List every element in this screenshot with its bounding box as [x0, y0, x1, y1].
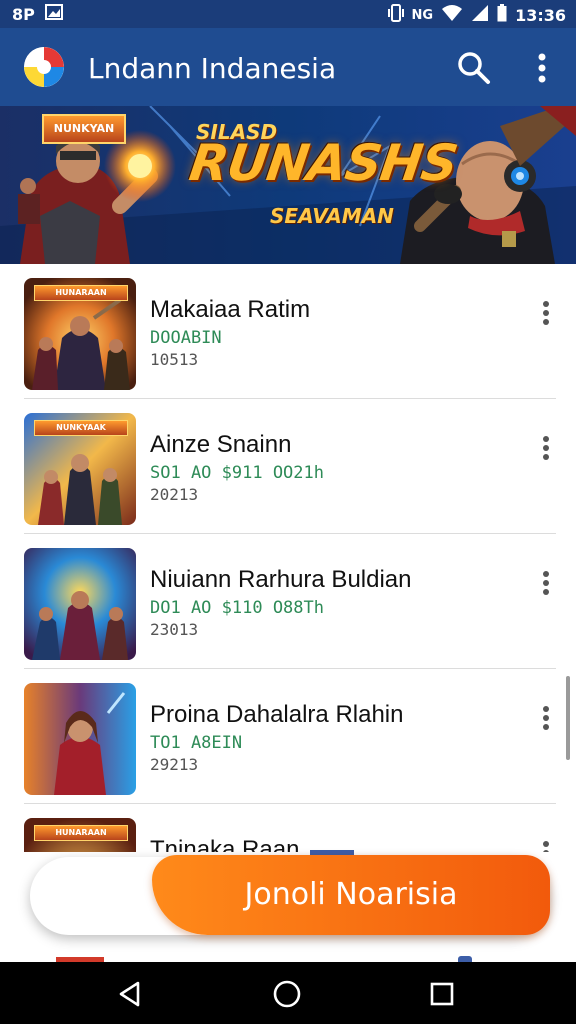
recents-button[interactable] [426, 978, 458, 1010]
item-meta: 23013 [150, 620, 199, 639]
battery-icon [497, 4, 507, 26]
more-vert-icon [543, 706, 549, 730]
recents-icon [430, 982, 454, 1006]
item-more-button[interactable] [536, 568, 556, 598]
vibrate-icon [387, 4, 404, 26]
search-icon [458, 52, 490, 84]
item-title: Makaiaa Ratim [150, 296, 311, 323]
item-title: Proina Dahalalra Rlahin [150, 701, 404, 728]
game-list[interactable]: HUNARAAN Makaiaa Ratim DOOABIN 10513 NUN… [0, 264, 576, 854]
list-item[interactable]: Niuiann Rarhura Buldian DO1 AO $110 O88T… [0, 534, 576, 669]
game-thumbnail[interactable] [24, 683, 136, 795]
thumbnail-label: HUNARAAN [34, 825, 128, 841]
more-vert-icon [543, 301, 549, 325]
list-item[interactable]: NUNKYAAK Ainze Snainn SO1 AO $911 OO21h … [0, 399, 576, 534]
game-thumbnail[interactable] [24, 548, 136, 660]
item-title: Ainze Snainn [150, 431, 292, 458]
status-left-text: 8P [12, 4, 35, 24]
status-bar: 8P NG 13:36 [0, 0, 576, 28]
back-icon [119, 981, 140, 1007]
search-button[interactable] [456, 50, 492, 86]
signal-text: NG [411, 7, 434, 23]
item-title: Niuiann Rarhura Buldian [150, 566, 412, 593]
item-meta: 10513 [150, 350, 199, 369]
home-icon [273, 980, 301, 1008]
banner-title: RUNASHS [185, 134, 461, 192]
game-thumbnail[interactable]: NUNKYAAK [24, 413, 136, 525]
overflow-menu-button[interactable] [528, 50, 556, 86]
list-item[interactable]: Proina Dahalalra Rlahin TO1 A8EIN 29213 [0, 669, 576, 804]
list-item[interactable]: HUNARAAN Tninaka Raan [0, 804, 576, 854]
item-meta: 20213 [150, 485, 199, 504]
item-subtitle: SO1 AO $911 OO21h [150, 463, 324, 483]
clock: 13:36 [515, 5, 566, 25]
home-button[interactable] [271, 978, 303, 1010]
banner-badge: NUNKYAN [42, 114, 126, 144]
wifi-icon [441, 4, 463, 26]
scrollbar[interactable] [566, 676, 570, 760]
more-vert-icon [543, 571, 549, 595]
thumbnail-label: NUNKYAAK [34, 420, 128, 436]
more-vert-icon [543, 436, 549, 460]
system-nav-bar [0, 962, 576, 1024]
item-subtitle: TO1 A8EIN [150, 733, 243, 753]
app-logo-icon[interactable] [24, 47, 64, 87]
item-more-button[interactable] [536, 298, 556, 328]
signal-icon [471, 4, 489, 26]
back-button[interactable] [114, 978, 146, 1010]
item-more-button[interactable] [536, 433, 556, 463]
item-subtitle: DOOABIN [150, 328, 222, 348]
thumbnail-label: HUNARAAN [34, 285, 128, 301]
more-vert-icon [538, 53, 546, 83]
item-subtitle: DO1 AO $110 O88Th [150, 598, 324, 618]
promo-banner[interactable]: NUNKYAN SILASD RUNASHS SEAVAMAN [0, 106, 576, 264]
banner-subtitle: SEAVAMAN [270, 204, 394, 228]
item-more-button[interactable] [536, 703, 556, 733]
game-thumbnail[interactable]: HUNARAAN [24, 818, 136, 854]
join-button-label: Jonoli Noarisia [244, 877, 458, 912]
app-title: Lndann Indanesia [88, 52, 337, 85]
list-item[interactable]: HUNARAAN Makaiaa Ratim DOOABIN 10513 [0, 264, 576, 399]
game-thumbnail[interactable]: HUNARAAN [24, 278, 136, 390]
app-bar: Lndann Indanesia [0, 28, 576, 106]
item-meta: 29213 [150, 755, 199, 774]
image-icon [44, 4, 63, 24]
